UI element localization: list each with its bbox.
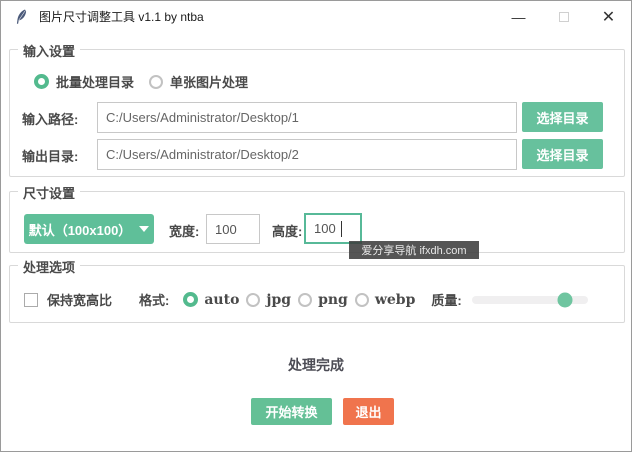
- maximize-button[interactable]: [541, 1, 586, 33]
- radio-single-mode[interactable]: [149, 74, 164, 89]
- radio-batch-mode[interactable]: [34, 74, 49, 89]
- height-input[interactable]: [304, 213, 362, 244]
- radio-format-webp[interactable]: [354, 292, 369, 307]
- input-settings-group: 输入设置 批量处理目录 单张图片处理 输入路径: 选择目录 输出目录: 选择目录: [9, 41, 625, 177]
- minimize-button[interactable]: —: [496, 1, 541, 33]
- maximize-icon: [558, 12, 569, 22]
- processing-options-legend: 处理选项: [18, 257, 81, 276]
- exit-button[interactable]: 退出: [343, 398, 394, 425]
- radio-batch-mode-label[interactable]: 批量处理目录: [56, 72, 134, 91]
- input-path-label: 输入路径:: [22, 112, 79, 127]
- output-dir-field[interactable]: [97, 139, 517, 170]
- size-settings-group: 尺寸设置 默认（100x100） 宽度: 高度:: [9, 183, 625, 253]
- watermark-badge: 爱分享导航 ifxdh.com: [349, 241, 479, 259]
- quality-slider[interactable]: [471, 292, 588, 307]
- width-input[interactable]: [206, 214, 260, 244]
- size-settings-legend: 尺寸设置: [18, 183, 81, 202]
- window-title: 图片尺寸调整工具 v1.1 by ntba: [39, 10, 204, 24]
- mode-radio-row: 批量处理目录 单张图片处理: [34, 72, 256, 91]
- radio-format-jpg[interactable]: [246, 292, 261, 307]
- radio-format-png[interactable]: [298, 292, 313, 307]
- preset-size-value: 默认（100x100）: [28, 222, 132, 238]
- input-path-field[interactable]: [97, 102, 517, 133]
- status-text: 处理完成: [288, 357, 344, 373]
- keep-aspect-label[interactable]: 保持宽高比: [47, 290, 112, 309]
- radio-format-auto[interactable]: [183, 292, 199, 307]
- format-label: 格式:: [139, 293, 170, 308]
- chevron-down-icon: [139, 226, 150, 232]
- start-convert-button[interactable]: 开始转换: [251, 398, 332, 425]
- close-button[interactable]: ✕: [586, 1, 631, 33]
- radio-format-jpg-label[interactable]: jpg: [266, 292, 291, 308]
- radio-format-auto-label[interactable]: auto: [204, 292, 239, 308]
- choose-output-dir-button[interactable]: 选择目录: [522, 139, 603, 169]
- quality-slider-thumb[interactable]: [557, 292, 573, 307]
- keep-aspect-checkbox[interactable]: [24, 292, 38, 307]
- options-row: 保持宽高比 格式: auto jpg png webp 质量:: [24, 290, 588, 309]
- output-dir-label: 输出目录:: [22, 149, 79, 164]
- app-feather-icon: [16, 9, 27, 24]
- input-settings-legend: 输入设置: [18, 41, 81, 60]
- width-label: 宽度:: [169, 224, 200, 239]
- titlebar: 图片尺寸调整工具 v1.1 by ntba — ✕: [1, 1, 631, 33]
- radio-format-webp-label[interactable]: webp: [375, 292, 416, 308]
- text-cursor: [341, 221, 342, 237]
- radio-single-mode-label[interactable]: 单张图片处理: [170, 72, 248, 91]
- app-window: 图片尺寸调整工具 v1.1 by ntba — ✕ 输入设置 批量处理目录 单张…: [0, 0, 632, 452]
- preset-size-dropdown[interactable]: 默认（100x100）: [24, 214, 154, 244]
- choose-input-dir-button[interactable]: 选择目录: [522, 102, 603, 132]
- quality-label: 质量:: [431, 293, 462, 308]
- processing-options-group: 处理选项 保持宽高比 格式: auto jpg png webp 质量:: [9, 257, 625, 323]
- height-label: 高度:: [272, 224, 303, 239]
- radio-format-png-label[interactable]: png: [318, 292, 348, 308]
